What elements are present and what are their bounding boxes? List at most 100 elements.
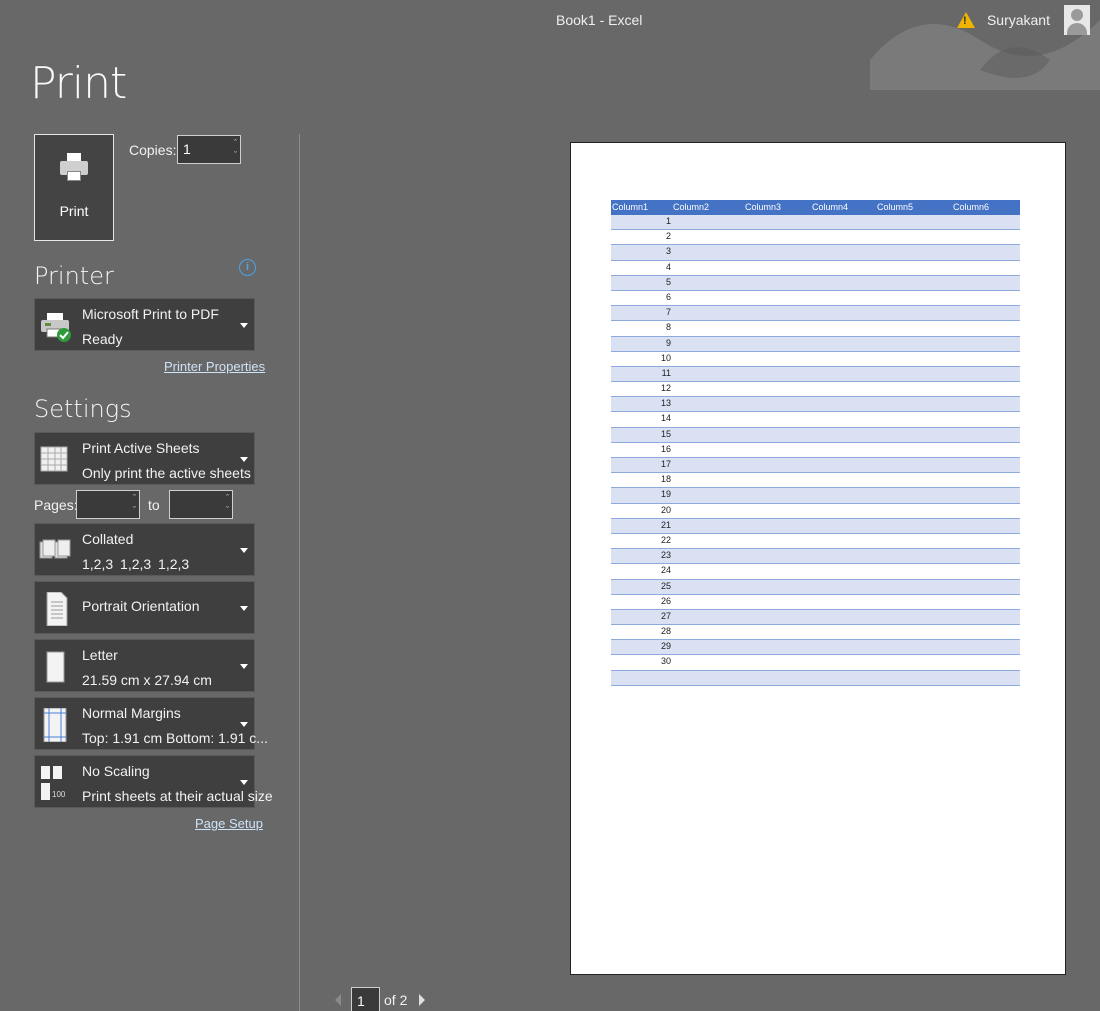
preview-row-number: 14 [660, 413, 671, 424]
print-button-label: Print [59, 203, 89, 219]
preview-column-header: Column3 [745, 202, 782, 212]
printer-ready-icon [41, 313, 71, 342]
copies-input[interactable]: 1 ˆˇ [177, 135, 241, 164]
chevron-down-icon [240, 547, 248, 553]
collation-dropdown[interactable]: Collated 1,2,3 1,2,3 1,2,3 [34, 523, 255, 576]
preview-row-number: 19 [660, 489, 671, 500]
preview-table-row [611, 670, 1020, 686]
sheet-grid-icon [40, 446, 68, 472]
preview-row-number: 3 [665, 246, 671, 257]
next-page-icon[interactable] [419, 994, 426, 1006]
preview-table-row: 19 [611, 488, 1020, 504]
preview-table-row: 6 [611, 291, 1020, 307]
preview-table-row: 11 [611, 366, 1020, 383]
username[interactable]: Suryakant [987, 12, 1050, 28]
preview-row-number: 9 [665, 337, 671, 348]
preview-table-row: 5 [611, 275, 1020, 291]
preview-table-row: 30 [611, 655, 1020, 671]
preview-table-row: 9 [611, 336, 1020, 352]
preview-row-number: 26 [660, 595, 671, 606]
preview-row-number: 16 [660, 443, 671, 454]
print-preview-page: Column1 Column2 Column3 Column4 Column5 Colum… [570, 142, 1066, 975]
preview-row-number: 2 [665, 231, 671, 242]
settings-heading: Settings [34, 395, 132, 423]
pages-to-label: to [148, 497, 160, 513]
panel-divider [299, 134, 300, 1011]
chevron-down-icon [240, 663, 248, 669]
preview-row-number: 15 [660, 428, 671, 439]
preview-row-number: 11 [661, 367, 671, 378]
scaling-dropdown[interactable]: 100 No Scaling Print sheets at their act… [34, 755, 273, 808]
portrait-page-icon [46, 592, 68, 626]
preview-row-number: 29 [660, 641, 671, 652]
preview-table-row: 25 [611, 579, 1020, 595]
preview-table-body: 1 2 3 4 5 6 7 8 9 10 11 12 13 14 15 16 17 18 19 20 21 22 23 24 2… [611, 215, 1020, 686]
preview-row-number: 13 [660, 398, 671, 409]
collated-icon [39, 539, 71, 559]
printer-heading: Printer [34, 262, 114, 290]
preview-table-row: 8 [611, 321, 1020, 337]
page-setup-link[interactable]: Page Setup [195, 816, 263, 831]
preview-column-header: Column5 [877, 202, 914, 212]
preview-table-row: 17 [611, 458, 1020, 474]
preview-table-row: 18 [611, 473, 1020, 489]
account-area[interactable]: Suryakant [956, 4, 1090, 36]
printer-icon [60, 153, 88, 185]
print-button[interactable]: Print [34, 134, 114, 241]
preview-table-row: 27 [611, 609, 1020, 626]
scaling-icon-text: 100 [52, 790, 66, 799]
preview-table-row: 16 [611, 443, 1020, 458]
preview-column-header: Column4 [812, 202, 849, 212]
chevron-down-icon [240, 721, 248, 727]
printer-dropdown[interactable]: Microsoft Print to PDF Ready [34, 298, 255, 351]
preview-table-row: 29 [611, 640, 1020, 656]
chevron-down-icon [240, 456, 248, 462]
orientation-dropdown[interactable]: Portrait Orientation [34, 581, 255, 634]
preview-table-row: 3 [611, 245, 1020, 261]
pages-from-stepper[interactable]: ˆˇ [133, 492, 136, 516]
info-icon[interactable]: i [239, 259, 256, 276]
avatar[interactable] [1064, 5, 1090, 35]
paper-size-dropdown[interactable]: Letter 21.59 cm x 27.94 cm [34, 639, 255, 692]
preview-table-row: 21 [611, 518, 1020, 534]
preview-row-number: 24 [660, 565, 671, 576]
preview-table-row: 23 [611, 549, 1020, 565]
preview-table-row: 26 [611, 595, 1020, 610]
page-count-label: of 2 [384, 992, 408, 1008]
printer-properties-link[interactable]: Printer Properties [164, 359, 265, 374]
preview-row-number: 30 [660, 656, 671, 667]
preview-table-row: 28 [611, 625, 1020, 641]
preview-table-row: 20 [611, 504, 1020, 519]
title-bar: Book1 - Excel Suryakant [0, 0, 1100, 90]
preview-table-row: 13 [611, 397, 1020, 413]
printer-status: Ready [82, 331, 123, 347]
preview-row-number: 22 [660, 534, 671, 545]
current-page-input[interactable]: 1 [351, 987, 380, 1011]
preview-table: Column1 Column2 Column3 Column4 Column5 Colum… [611, 200, 1020, 686]
copies-label: Copies: [129, 142, 177, 158]
margins-dropdown[interactable]: Normal Margins Top: 1.91 cm Bottom: 1.91… [34, 697, 268, 750]
preview-row-number: 6 [665, 291, 671, 302]
preview-row-number: 28 [660, 626, 671, 637]
copies-stepper[interactable]: ˆˇ [234, 137, 237, 161]
preview-table-row: 2 [611, 230, 1020, 246]
preview-row-number: 17 [660, 459, 671, 469]
page-navigator: 1 of 2 [335, 987, 426, 1011]
pages-from-input[interactable]: ˆˇ [76, 490, 140, 519]
preview-row-number: 21 [660, 519, 671, 530]
preview-table-row: 14 [611, 412, 1020, 428]
chevron-down-icon [240, 605, 248, 611]
margins-icon [43, 708, 67, 742]
pages-to-stepper[interactable]: ˆˇ [226, 492, 229, 516]
print-what-subtitle: Only print the active sheets [82, 465, 251, 481]
preview-row-number: 10 [660, 352, 671, 363]
previous-page-icon[interactable] [335, 994, 341, 1006]
printer-name: Microsoft Print to PDF [82, 306, 219, 322]
preview-row-number: 27 [660, 610, 671, 621]
preview-table-row: 22 [611, 534, 1020, 550]
print-what-dropdown[interactable]: Print Active Sheets Only print the activ… [34, 432, 255, 485]
copies-value: 1 [183, 141, 191, 157]
preview-row-number: 4 [665, 261, 671, 272]
pages-to-input[interactable]: ˆˇ [169, 490, 233, 519]
warning-icon[interactable] [956, 12, 975, 28]
